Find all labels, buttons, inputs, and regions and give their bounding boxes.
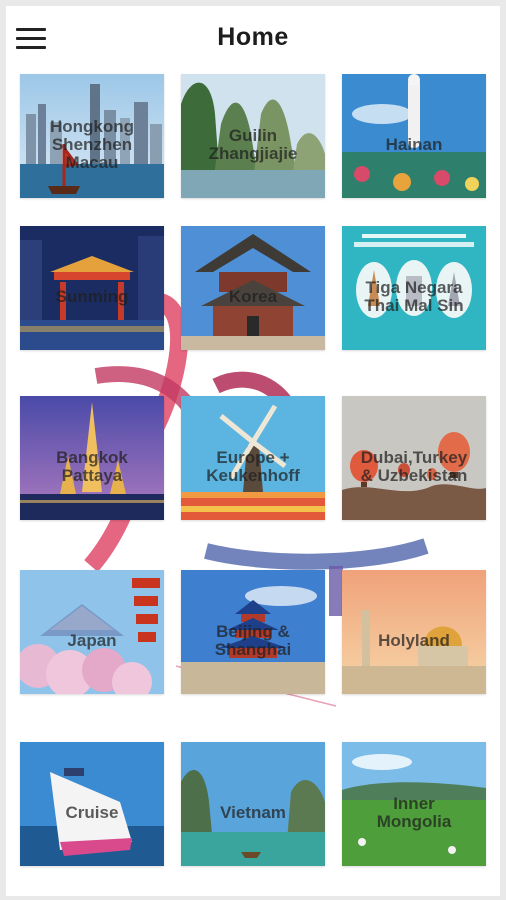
destination-tile-vietnam[interactable]: Vietnam [181, 742, 325, 866]
destination-label: Cruise [65, 803, 119, 823]
destination-label: Vietnam [220, 803, 286, 823]
destination-tile-cruise[interactable]: Cruise [20, 742, 164, 866]
destination-tile-holyland[interactable]: Holyland [342, 570, 486, 694]
destination-label: Europe + Keukenhoff [206, 448, 300, 485]
destination-label: Beijing & Shanghai [214, 622, 292, 659]
destination-label: Guilin Zhangjiajie [208, 126, 298, 163]
destination-label: Sunming [55, 287, 129, 307]
destination-tile-hongkong[interactable]: Hongkong Shenzhen Macau [20, 74, 164, 198]
destination-label: Hainan [385, 135, 443, 155]
destination-label: Holyland [378, 631, 450, 651]
destination-tile-dubai[interactable]: Dubai,Turkey & Uzbekistan [342, 396, 486, 520]
destination-tile-beijing[interactable]: Beijing & Shanghai [181, 570, 325, 694]
destination-tile-inner-mongolia[interactable]: Inner Mongolia [342, 742, 486, 866]
app-bar: Home [6, 6, 500, 72]
destination-tile-bangkok[interactable]: Bangkok Pattaya [20, 396, 164, 520]
destination-label: Korea [228, 287, 278, 307]
destination-tile-hainan[interactable]: Hainan [342, 74, 486, 198]
destination-tile-sunming[interactable]: Sunming [20, 226, 164, 350]
destination-label: Inner Mongolia [376, 794, 452, 831]
destination-label: Hongkong Shenzhen Macau [49, 117, 135, 172]
page-title: Home [217, 23, 289, 51]
destination-label: Japan [67, 631, 117, 651]
destination-label: Tiga Negara Thai Mal Sin [364, 278, 464, 315]
destination-tile-guilin[interactable]: Guilin Zhangjiajie [181, 74, 325, 198]
destination-tile-korea[interactable]: Korea [181, 226, 325, 350]
destination-label: Dubai,Turkey & Uzbekistan [360, 448, 468, 485]
app-screen: Home Hongkong Shenzhen Macau Guilin Zhan… [6, 6, 500, 896]
destination-tile-japan[interactable]: Japan [20, 570, 164, 694]
destination-tile-europe[interactable]: Europe + Keukenhoff [181, 396, 325, 520]
destination-label: Bangkok Pattaya [56, 448, 128, 485]
destination-tile-tiga-negara[interactable]: Tiga Negara Thai Mal Sin [342, 226, 486, 350]
